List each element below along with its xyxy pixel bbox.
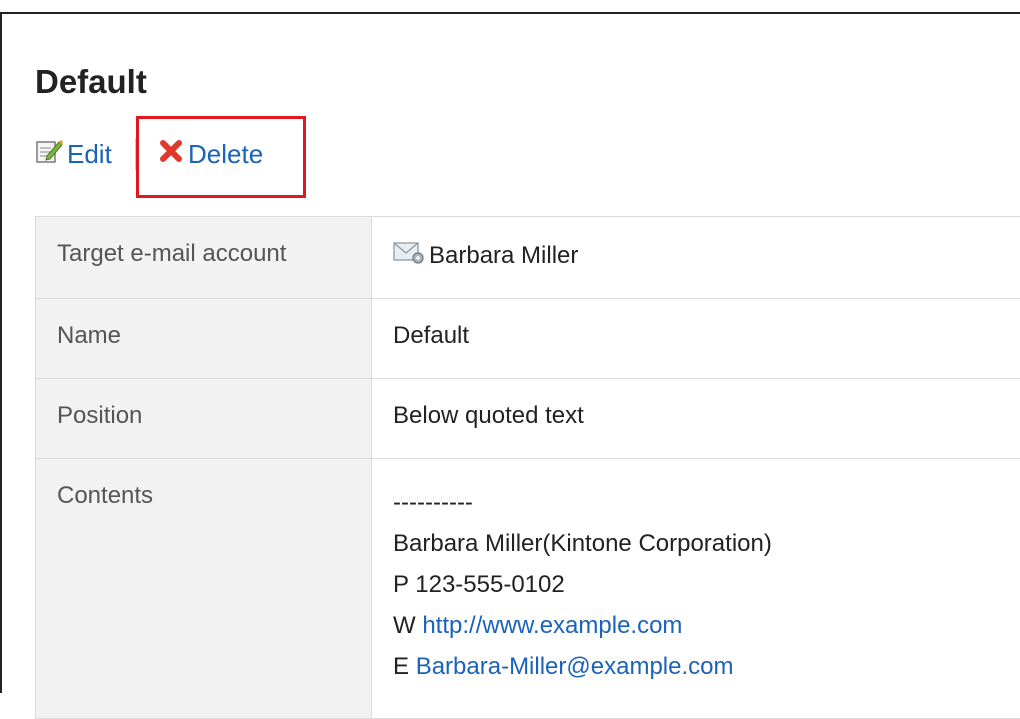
edit-label: Edit: [67, 139, 112, 170]
edit-link[interactable]: Edit: [35, 138, 112, 170]
edit-pencil-icon: [35, 138, 63, 171]
row-label: Target e-mail account: [36, 217, 372, 299]
content-frame: Default Edit Delete Target e-mail a: [0, 12, 1020, 693]
web-prefix: W: [393, 612, 422, 639]
signature-contents: ---------- Barbara Miller(Kintone Corpor…: [372, 459, 1020, 719]
email-prefix: E: [393, 653, 416, 680]
signature-details-table: Target e-mail account Barbara Miller: [35, 216, 1020, 719]
row-value: Barbara Miller: [372, 217, 1020, 299]
row-label: Contents: [36, 459, 372, 719]
table-row: Target e-mail account Barbara Miller: [36, 217, 1020, 299]
website-link[interactable]: http://www.example.com: [422, 612, 682, 639]
signature-web-line: W http://www.example.com: [393, 605, 1020, 646]
signature-email-line: E Barbara-Miller@example.com: [393, 646, 1020, 687]
signature-company-line: Barbara Miller(Kintone Corporation): [393, 523, 1020, 564]
page-title: Default: [35, 62, 147, 102]
target-account-name: Barbara Miller: [429, 242, 578, 270]
delete-x-icon: [158, 138, 184, 171]
row-label: Name: [36, 299, 372, 379]
table-row: Contents ---------- Barbara Miller(Kinto…: [36, 459, 1020, 719]
delete-label: Delete: [188, 139, 263, 170]
email-link[interactable]: Barbara-Miller@example.com: [416, 653, 734, 680]
row-value: Default: [372, 299, 1020, 379]
table-row: Position Below quoted text: [36, 379, 1020, 459]
signature-phone-line: P 123-555-0102: [393, 564, 1020, 605]
action-divider: [135, 138, 137, 170]
row-value: Below quoted text: [372, 379, 1020, 459]
row-label: Position: [36, 379, 372, 459]
table-row: Name Default: [36, 299, 1020, 379]
mail-account-settings-icon: [393, 240, 425, 271]
delete-link[interactable]: Delete: [158, 138, 263, 170]
signature-separator: ----------: [393, 482, 1020, 523]
